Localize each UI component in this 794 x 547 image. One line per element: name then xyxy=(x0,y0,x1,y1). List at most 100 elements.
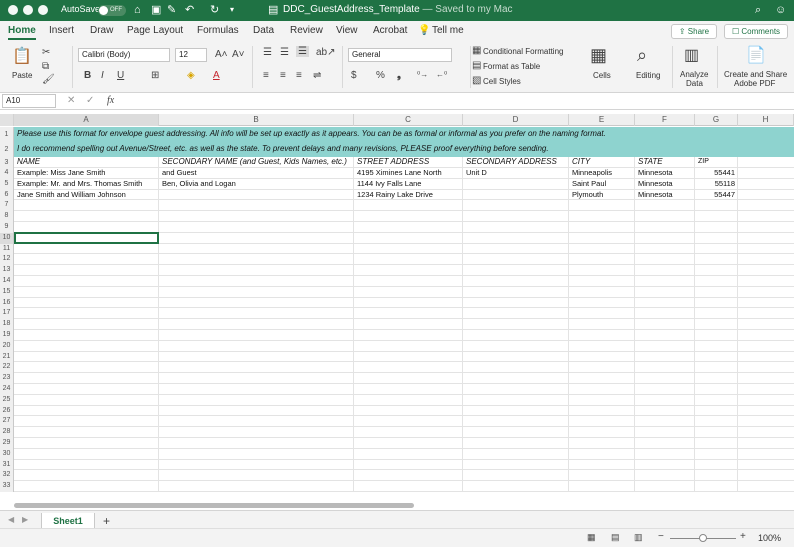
empty-cell[interactable] xyxy=(159,243,354,254)
empty-cell[interactable] xyxy=(695,276,738,286)
empty-cell[interactable] xyxy=(635,405,695,416)
empty-cell[interactable] xyxy=(635,276,695,286)
redo-icon[interactable]: ↻ xyxy=(210,3,219,17)
empty-cell[interactable] xyxy=(354,470,463,481)
empty-cell[interactable] xyxy=(159,351,354,362)
row-header[interactable]: 33 xyxy=(0,481,14,492)
empty-cell[interactable] xyxy=(463,330,569,340)
analyze-data-icon[interactable]: ▥ xyxy=(684,45,699,65)
empty-cell[interactable] xyxy=(159,394,354,405)
analyze-label-1[interactable]: Analyze xyxy=(680,70,708,79)
header-cell-city[interactable]: CITY xyxy=(569,157,635,167)
empty-cell[interactable] xyxy=(463,470,569,481)
empty-cell[interactable] xyxy=(354,459,463,470)
table-cell[interactable]: 55441 xyxy=(695,168,738,178)
align-middle-icon[interactable]: ☰ xyxy=(280,47,289,58)
empty-cell[interactable] xyxy=(14,222,159,232)
borders-icon[interactable]: ⊞ xyxy=(151,70,159,81)
empty-cell[interactable] xyxy=(695,286,738,297)
name-box[interactable]: A10 xyxy=(2,94,56,108)
row-header[interactable]: 31 xyxy=(0,459,14,471)
empty-cell[interactable] xyxy=(159,286,354,297)
empty-cell[interactable] xyxy=(159,481,354,491)
column-header[interactable]: F xyxy=(635,114,695,126)
row-header[interactable]: 22 xyxy=(0,362,14,374)
empty-cell[interactable] xyxy=(159,459,354,470)
empty-cell[interactable] xyxy=(695,405,738,416)
empty-cell[interactable] xyxy=(695,211,738,221)
empty-cell[interactable] xyxy=(695,459,738,470)
empty-cell[interactable] xyxy=(635,243,695,254)
table-cell[interactable]: Minnesota xyxy=(635,168,695,178)
save-icon[interactable]: ▣ xyxy=(151,3,161,17)
table-cell[interactable]: 1234 Rainy Lake Drive xyxy=(354,189,463,200)
empty-cell[interactable] xyxy=(695,448,738,459)
empty-cell[interactable] xyxy=(695,470,738,481)
empty-cell[interactable] xyxy=(354,405,463,416)
empty-cell[interactable] xyxy=(695,243,738,254)
row-header[interactable]: 2 xyxy=(0,142,14,157)
currency-button[interactable]: $ xyxy=(351,70,357,81)
orientation-icon[interactable]: ab↗ xyxy=(316,47,336,58)
empty-cell[interactable] xyxy=(159,200,354,211)
notice-row-1[interactable]: Please use this format for envelope gues… xyxy=(14,127,794,142)
empty-cell[interactable] xyxy=(14,297,159,308)
table-cell[interactable]: 55118 xyxy=(695,178,738,189)
empty-cell[interactable] xyxy=(695,232,738,243)
empty-cell[interactable] xyxy=(695,362,738,373)
empty-cell[interactable] xyxy=(635,481,695,491)
empty-cell[interactable] xyxy=(354,384,463,394)
empty-cell[interactable] xyxy=(354,330,463,340)
row-header[interactable]: 1 xyxy=(0,127,14,142)
decrease-decimal-icon[interactable]: ←⁰ xyxy=(436,70,447,79)
search-icon[interactable]: ⌕ xyxy=(755,3,761,17)
empty-cell[interactable] xyxy=(569,265,635,275)
tab-insert[interactable]: Insert xyxy=(49,25,74,36)
row-header[interactable]: 21 xyxy=(0,351,14,363)
minimize-window-button[interactable] xyxy=(23,5,33,15)
row-header[interactable]: 27 xyxy=(0,416,14,428)
empty-row[interactable] xyxy=(14,200,794,212)
empty-cell[interactable] xyxy=(14,330,159,340)
edit-icon[interactable]: ✎ xyxy=(167,3,176,17)
empty-cell[interactable] xyxy=(463,308,569,319)
empty-cell[interactable] xyxy=(569,232,635,243)
tab-view[interactable]: View xyxy=(336,25,358,36)
empty-cell[interactable] xyxy=(569,384,635,394)
empty-cell[interactable] xyxy=(569,416,635,427)
row-header[interactable]: 11 xyxy=(0,243,14,255)
comma-style-icon[interactable]: ❟ xyxy=(397,70,401,81)
cell-styles-button[interactable]: Cell Styles xyxy=(483,77,521,86)
empty-cell[interactable] xyxy=(14,405,159,416)
empty-cell[interactable] xyxy=(569,427,635,437)
row-header[interactable]: 3 xyxy=(0,157,14,168)
empty-cell[interactable] xyxy=(569,211,635,221)
row-header[interactable]: 26 xyxy=(0,405,14,417)
table-cell[interactable]: 55447 xyxy=(695,189,738,200)
header-cell-zip[interactable]: ZIP xyxy=(695,157,738,167)
empty-cell[interactable] xyxy=(569,373,635,383)
empty-cell[interactable] xyxy=(14,319,159,329)
empty-cell[interactable] xyxy=(695,222,738,232)
empty-cell[interactable] xyxy=(463,340,569,351)
empty-cell[interactable] xyxy=(354,297,463,308)
empty-cell[interactable] xyxy=(569,459,635,470)
row-header[interactable]: 8 xyxy=(0,211,14,222)
tab-data[interactable]: Data xyxy=(253,25,274,36)
empty-cell[interactable] xyxy=(14,308,159,319)
percent-button[interactable]: % xyxy=(376,70,385,81)
row-header[interactable]: 5 xyxy=(0,178,14,190)
empty-cell[interactable] xyxy=(463,481,569,491)
empty-cell[interactable] xyxy=(159,211,354,221)
empty-cell[interactable] xyxy=(159,308,354,319)
empty-cell[interactable] xyxy=(14,340,159,351)
column-header[interactable]: D xyxy=(463,114,569,126)
empty-cell[interactable] xyxy=(14,438,159,448)
empty-row[interactable] xyxy=(14,427,794,438)
tab-draw[interactable]: Draw xyxy=(90,25,113,36)
empty-row[interactable] xyxy=(14,438,794,449)
empty-cell[interactable] xyxy=(463,427,569,437)
empty-cell[interactable] xyxy=(635,200,695,211)
empty-cell[interactable] xyxy=(569,438,635,448)
confirm-formula-icon[interactable]: ✓ xyxy=(86,95,94,106)
